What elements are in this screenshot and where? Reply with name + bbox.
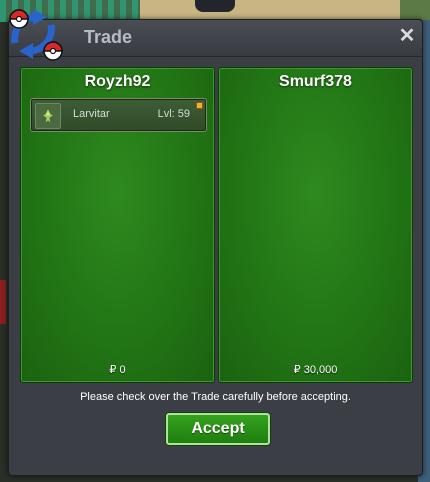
trade-notice: Please check over the Trade carefully be… — [80, 391, 351, 403]
accept-button[interactable]: Accept — [166, 413, 270, 445]
pokemon-name: Larvitar — [73, 108, 110, 120]
trade-titlebar[interactable]: Trade ✕ — [9, 20, 422, 57]
game-tile-area — [140, 0, 400, 20]
trade-panel-left: Royzh92 Larvitar Lvl: 59 ₽ 0 — [20, 67, 215, 383]
offered-pokemon-row[interactable]: Larvitar Lvl: 59 — [30, 98, 207, 132]
larvitar-icon — [35, 103, 61, 129]
game-tile-area — [0, 280, 6, 324]
trade-window: Trade ✕ Royzh92 Larvitar Lvl: 59 ₽ 0 Smu… — [8, 9, 423, 476]
status-badge — [196, 102, 203, 109]
game-character-sprite — [195, 0, 235, 12]
close-icon[interactable]: ✕ — [398, 26, 416, 46]
pokemon-level: Lvl: 59 — [157, 108, 190, 120]
window-title: Trade — [84, 27, 133, 47]
money-amount: ₽ 0 — [109, 364, 126, 376]
player-name: Smurf378 — [279, 73, 352, 90]
player-name: Royzh92 — [84, 73, 151, 90]
money-amount: ₽ 30,000 — [293, 364, 338, 376]
trade-arrows-pokeball-icon — [9, 9, 63, 61]
trade-panel-right: Smurf378 ₽ 30,000 — [218, 67, 413, 383]
